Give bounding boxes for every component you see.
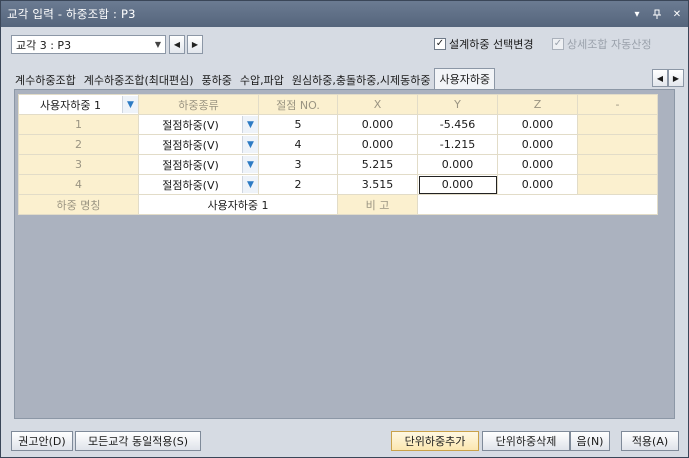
user-load-grid: 사용자하중 1 ▼ 하중종류 절점 NO. X Y Z - 1 절점하중(V) ▼	[18, 94, 658, 215]
table-row: 1 절점하중(V) ▼ 5 0.000 -5.456 0.000	[18, 114, 658, 135]
dropdown-icon[interactable]: ▾	[628, 5, 646, 23]
x-cell[interactable]: 0.000	[337, 114, 418, 135]
table-row: 4 절점하중(V) ▼ 2 3.515 0.000 0.000	[18, 174, 658, 195]
load-type-value: 절점하중(V)	[162, 138, 219, 152]
row-number: 2	[18, 134, 139, 155]
auto-combo-checkbox[interactable]: ✓ 상세조합 자동산정	[552, 36, 651, 52]
check-icon: ✓	[552, 38, 564, 50]
load-type-value: 절점하중(V)	[162, 178, 219, 192]
z-cell[interactable]: 0.000	[497, 134, 578, 155]
tab-factored-combo-max-eccentric[interactable]: 계수하중조합(최대편심)	[80, 71, 198, 89]
z-cell[interactable]: 0.000	[497, 174, 578, 195]
load-type-cell[interactable]: 절점하중(V) ▼	[138, 174, 259, 195]
check-icon: ✓	[434, 38, 446, 50]
tab-user-load[interactable]: 사용자하중	[434, 68, 496, 89]
load-type-cell[interactable]: 절점하중(V) ▼	[138, 134, 259, 155]
node-cell[interactable]: 5	[258, 114, 338, 135]
load-type-value: 절점하중(V)	[162, 158, 219, 172]
row-number: 4	[18, 174, 139, 195]
next-button[interactable]: 음(N)	[570, 431, 610, 451]
load-type-value: 절점하중(V)	[162, 118, 219, 132]
title-bar[interactable]: 교각 입력 - 하중조합 : P3 ▾ ✕	[1, 1, 688, 27]
extra-cell	[577, 174, 658, 195]
chevron-down-icon[interactable]: ▼	[242, 156, 258, 173]
z-cell[interactable]: 0.000	[497, 114, 578, 135]
tab-water-wave-pressure[interactable]: 수압,파압	[236, 71, 288, 89]
add-unit-load-button[interactable]: 단위하중추가	[391, 431, 479, 451]
dialog-body: 교각 3 : P3 ▼ ◀ ▶ ✓ 설계하중 선택변경 ✓ 상세조합 자동산정 …	[1, 27, 688, 457]
load-name-label: 하중 명칭	[18, 194, 139, 215]
pier-combo[interactable]: 교각 3 : P3 ▼	[11, 35, 166, 54]
chevron-down-icon[interactable]: ▼	[122, 96, 138, 113]
apply-all-piers-button[interactable]: 모든교각 동일적용(S)	[75, 431, 201, 451]
table-row: 3 절점하중(V) ▼ 3 5.215 0.000 0.000	[18, 154, 658, 175]
tab-factored-combo[interactable]: 계수하중조합	[11, 71, 80, 89]
tab-wind-load[interactable]: 풍하중	[198, 71, 236, 89]
header-extra: -	[577, 94, 658, 115]
load-type-cell[interactable]: 절점하중(V) ▼	[138, 154, 259, 175]
header-node-no: 절점 NO.	[258, 94, 338, 115]
row-number: 1	[18, 114, 139, 135]
window-title: 교각 입력 - 하중조합 : P3	[7, 7, 136, 21]
z-cell[interactable]: 0.000	[497, 154, 578, 175]
close-icon[interactable]: ✕	[668, 5, 686, 23]
design-load-label: 설계하중 선택변경	[449, 38, 534, 51]
next-pier-button[interactable]: ▶	[187, 35, 203, 54]
chevron-down-icon[interactable]: ▼	[242, 136, 258, 153]
header-y: Y	[417, 94, 498, 115]
auto-combo-label: 상세조합 자동산정	[567, 38, 652, 51]
recommend-button[interactable]: 권고안(D)	[11, 431, 73, 451]
dialog-window: 교각 입력 - 하중조합 : P3 ▾ ✕ 교각 3 : P3 ▼ ◀ ▶ ✓ …	[0, 0, 689, 458]
header-x: X	[337, 94, 418, 115]
tab-strip: 계수하중조합 계수하중조합(최대편심) 풍하중 수압,파압 원심하중,충돌하중,…	[11, 68, 648, 89]
y-cell[interactable]: -1.215	[417, 134, 498, 155]
extra-cell	[577, 114, 658, 135]
delete-unit-load-button[interactable]: 단위하중삭제	[482, 431, 570, 451]
tab-scroll-left[interactable]: ◀	[652, 69, 668, 87]
load-selector-value: 사용자하중 1	[39, 98, 102, 112]
chevron-down-icon[interactable]: ▼	[151, 36, 165, 53]
pin-icon[interactable]	[648, 5, 666, 23]
load-selector[interactable]: 사용자하중 1 ▼	[18, 94, 139, 115]
prev-pier-button[interactable]: ◀	[169, 35, 185, 54]
remark-input[interactable]	[417, 194, 658, 215]
grid-footer-row: 하중 명칭 사용자하중 1 비 고	[18, 194, 658, 215]
header-z: Z	[497, 94, 578, 115]
tab-scroll-right[interactable]: ▶	[668, 69, 684, 87]
y-cell[interactable]: 0.000	[417, 154, 498, 175]
chevron-down-icon[interactable]: ▼	[242, 116, 258, 133]
load-type-cell[interactable]: 절점하중(V) ▼	[138, 114, 259, 135]
load-name-input[interactable]: 사용자하중 1	[138, 194, 338, 215]
node-cell[interactable]: 2	[258, 174, 338, 195]
design-load-checkbox[interactable]: ✓ 설계하중 선택변경	[434, 36, 533, 52]
x-cell[interactable]: 0.000	[337, 134, 418, 155]
table-row: 2 절점하중(V) ▼ 4 0.000 -1.215 0.000	[18, 134, 658, 155]
chevron-down-icon[interactable]: ▼	[242, 176, 258, 193]
node-cell[interactable]: 4	[258, 134, 338, 155]
row-number: 3	[18, 154, 139, 175]
extra-cell	[577, 134, 658, 155]
user-load-panel: 사용자하중 1 ▼ 하중종류 절점 NO. X Y Z - 1 절점하중(V) ▼	[14, 89, 675, 419]
y-cell-selected[interactable]: 0.000	[417, 174, 498, 195]
node-cell[interactable]: 3	[258, 154, 338, 175]
header-load-type: 하중종류	[138, 94, 259, 115]
extra-cell	[577, 154, 658, 175]
apply-button[interactable]: 적용(A)	[621, 431, 679, 451]
x-cell[interactable]: 3.515	[337, 174, 418, 195]
tab-centrifugal-collision-braking[interactable]: 원심하중,충돌하중,시제동하중	[288, 71, 435, 89]
x-cell[interactable]: 5.215	[337, 154, 418, 175]
y-cell[interactable]: -5.456	[417, 114, 498, 135]
pier-combo-value: 교각 3 : P3	[16, 38, 72, 52]
grid-header-row: 사용자하중 1 ▼ 하중종류 절점 NO. X Y Z -	[18, 94, 658, 115]
remark-label: 비 고	[337, 194, 418, 215]
